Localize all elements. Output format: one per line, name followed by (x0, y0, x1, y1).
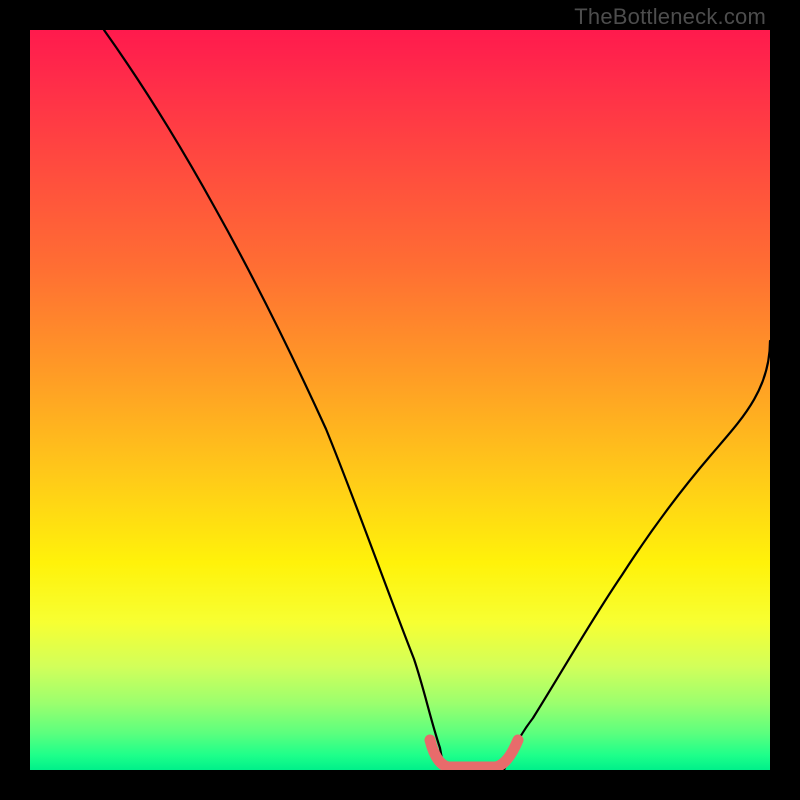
plot-area (30, 30, 770, 770)
right-curve (504, 341, 770, 770)
curves-svg (30, 30, 770, 770)
left-curve (104, 30, 444, 770)
watermark-text: TheBottleneck.com (574, 4, 766, 30)
bottom-marker (430, 740, 518, 767)
chart-frame: TheBottleneck.com (0, 0, 800, 800)
